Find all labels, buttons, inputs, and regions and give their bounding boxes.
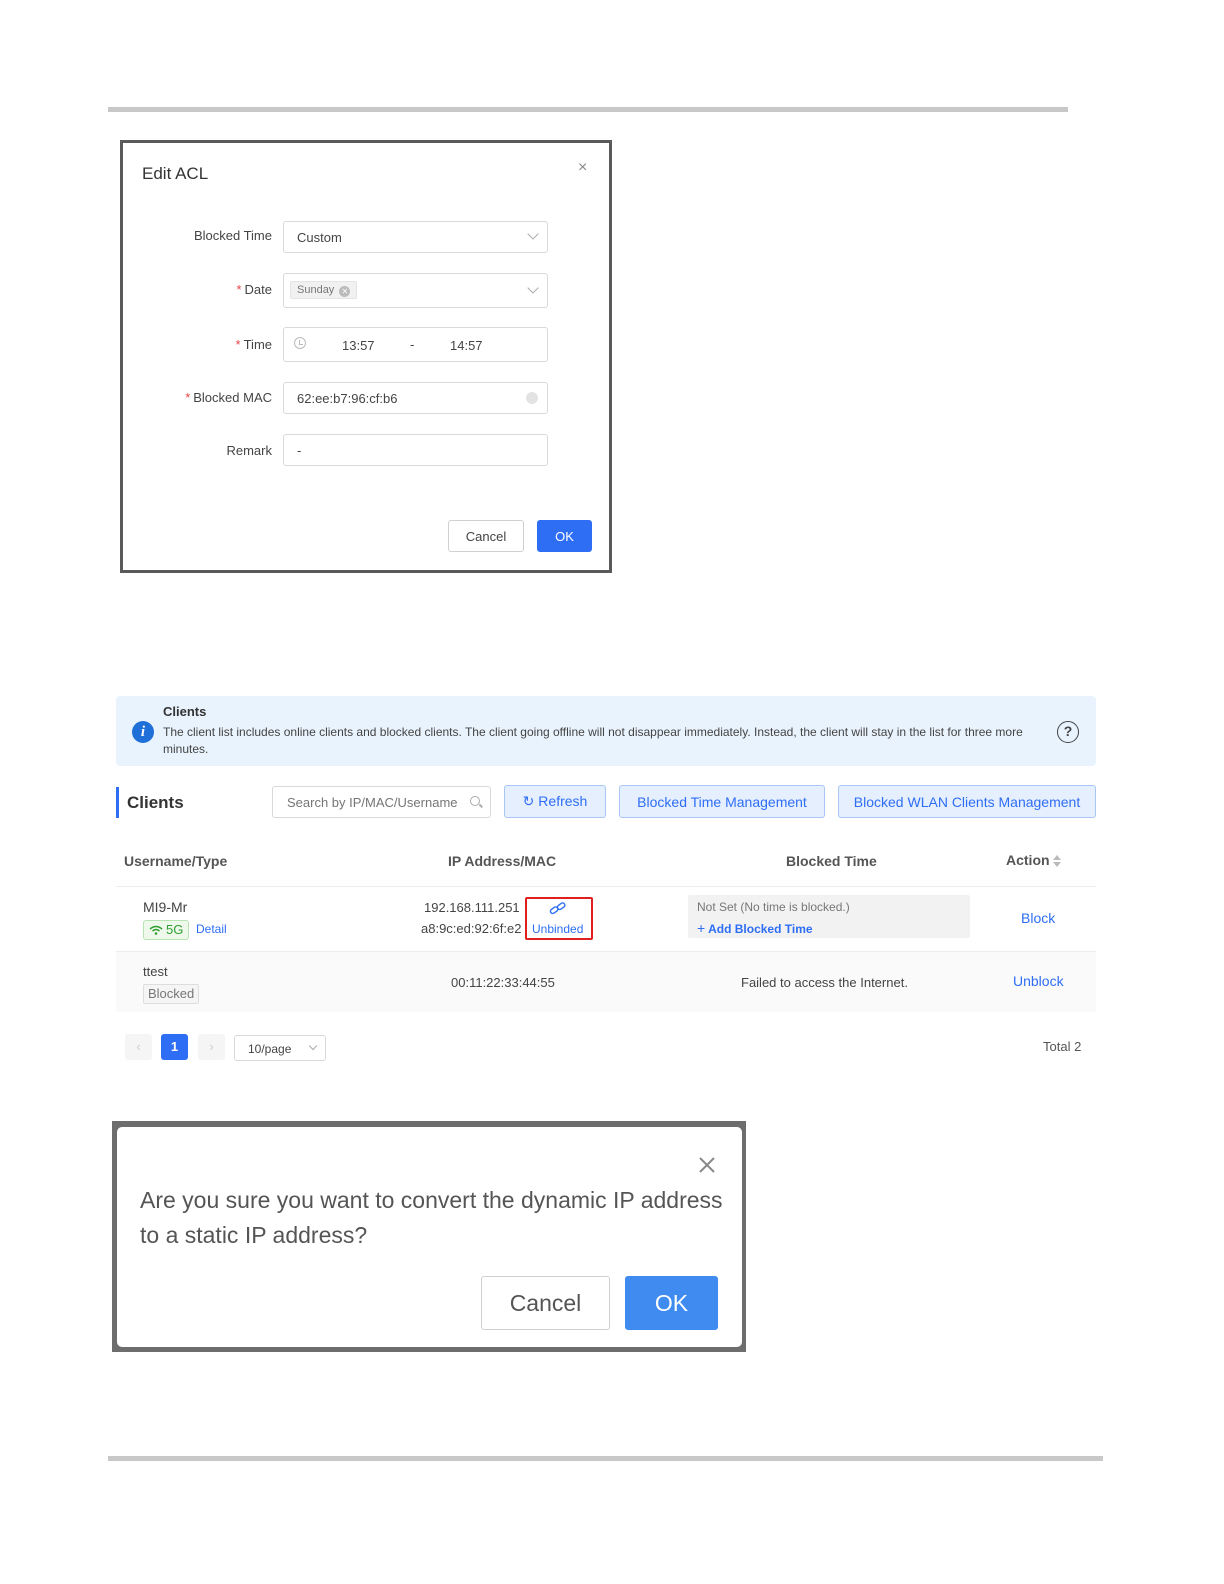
help-icon[interactable]: ? <box>1057 721 1079 743</box>
prev-page-button[interactable]: ‹ <box>125 1034 152 1060</box>
band-badge: 5G <box>143 920 190 940</box>
chevron-down-icon <box>527 228 539 240</box>
client-ip: 192.168.111.251 <box>424 900 520 915</box>
blocked-time-management-button[interactable]: Blocked Time Management <box>619 785 825 818</box>
table-divider <box>116 886 1096 887</box>
date-label: * Date <box>236 282 272 297</box>
add-blocked-time-link[interactable]: + Add Blocked Time <box>697 920 813 936</box>
edit-acl-dialog-screenshot: Edit ACL × Blocked Time Custom * Date Sun… <box>120 140 612 573</box>
info-notice: i Clients The client list includes onlin… <box>116 696 1096 766</box>
section-title: Clients <box>127 793 184 812</box>
confirm-dialog-screenshot: Are you sure you want to convert the dyn… <box>112 1121 746 1352</box>
blocked-time-status: Failed to access the Internet. <box>741 975 908 990</box>
chevron-down-icon <box>308 1041 318 1051</box>
blocked-wlan-clients-management-button[interactable]: Blocked WLAN Clients Management <box>838 785 1096 818</box>
table-row <box>116 952 1096 1012</box>
client-username: MI9-Mr <box>143 899 188 915</box>
sort-icon[interactable] <box>1053 855 1061 867</box>
notice-text: The client list includes online clients … <box>163 725 1023 756</box>
search-icon[interactable] <box>470 796 480 806</box>
column-header-ip-mac: IP Address/MAC <box>448 853 557 869</box>
time-start[interactable]: 13:57 <box>342 338 375 353</box>
page-size-select[interactable]: 10/page <box>234 1035 326 1061</box>
client-username: ttest <box>143 964 168 979</box>
detail-link[interactable]: Detail <box>196 922 227 936</box>
ok-button[interactable]: OK <box>537 520 592 552</box>
page-number-button[interactable]: 1 <box>161 1034 188 1060</box>
refresh-icon: ↻ <box>522 793 535 809</box>
tag-remove-icon[interactable]: ✕ <box>339 286 351 297</box>
notice-title: Clients <box>163 704 207 719</box>
page-top-rule <box>108 107 1068 112</box>
plus-icon: + <box>697 920 706 936</box>
blocked-time-label: Blocked Time <box>193 228 272 243</box>
clock-icon <box>294 337 306 349</box>
wifi-icon <box>149 925 163 935</box>
highlight-box <box>525 897 593 940</box>
ok-button[interactable]: OK <box>625 1276 718 1330</box>
time-range-picker[interactable]: 13:57 - 14:57 <box>283 327 548 362</box>
client-mac: a8:9c:ed:92:6f:e2 <box>421 921 522 936</box>
time-separator: - <box>410 337 415 352</box>
chevron-down-icon <box>527 282 539 294</box>
confirm-message: Are you sure you want to convert the dyn… <box>140 1187 723 1248</box>
info-icon: i <box>132 721 154 743</box>
time-label: * Time <box>235 337 272 352</box>
refresh-button[interactable]: ↻ Refresh <box>504 785 606 818</box>
blocked-time-select[interactable]: Custom <box>283 221 548 253</box>
close-icon[interactable]: × <box>578 159 587 177</box>
blocked-mac-label: * Blocked MAC <box>185 390 272 405</box>
remark-input[interactable]: - <box>283 434 548 466</box>
close-icon[interactable] <box>696 1154 718 1176</box>
dialog-title: Edit ACL <box>142 164 209 183</box>
column-header-action[interactable]: Action <box>1006 852 1050 868</box>
clear-icon[interactable] <box>526 392 538 404</box>
blocked-mac-input[interactable]: 62:ee:b7:96:cf:b6 <box>283 382 548 414</box>
column-header-username: Username/Type <box>124 853 228 869</box>
blocked-time-status: Not Set (No time is blocked.) <box>697 900 850 914</box>
client-mac: 00:11:22:33:44:55 <box>451 975 555 990</box>
blocked-type-tag: Blocked <box>143 984 200 1004</box>
unblock-link[interactable]: Unblock <box>1013 973 1064 989</box>
section-accent-bar <box>116 787 119 818</box>
cancel-button[interactable]: Cancel <box>448 520 524 552</box>
time-end[interactable]: 14:57 <box>450 338 483 353</box>
search-input[interactable] <box>272 786 491 818</box>
column-header-blocked-time: Blocked Time <box>786 853 877 869</box>
confirm-dialog: Are you sure you want to convert the dyn… <box>117 1127 742 1347</box>
total-count: Total 2 <box>1043 1039 1082 1054</box>
date-select[interactable]: Sunday ✕ <box>283 273 548 308</box>
block-link[interactable]: Block <box>1021 910 1055 926</box>
remark-label: Remark <box>226 443 272 458</box>
page-bottom-rule <box>108 1456 1103 1461</box>
next-page-button[interactable]: › <box>198 1034 225 1060</box>
cancel-button[interactable]: Cancel <box>481 1276 610 1330</box>
date-tag: Sunday ✕ <box>290 281 358 299</box>
